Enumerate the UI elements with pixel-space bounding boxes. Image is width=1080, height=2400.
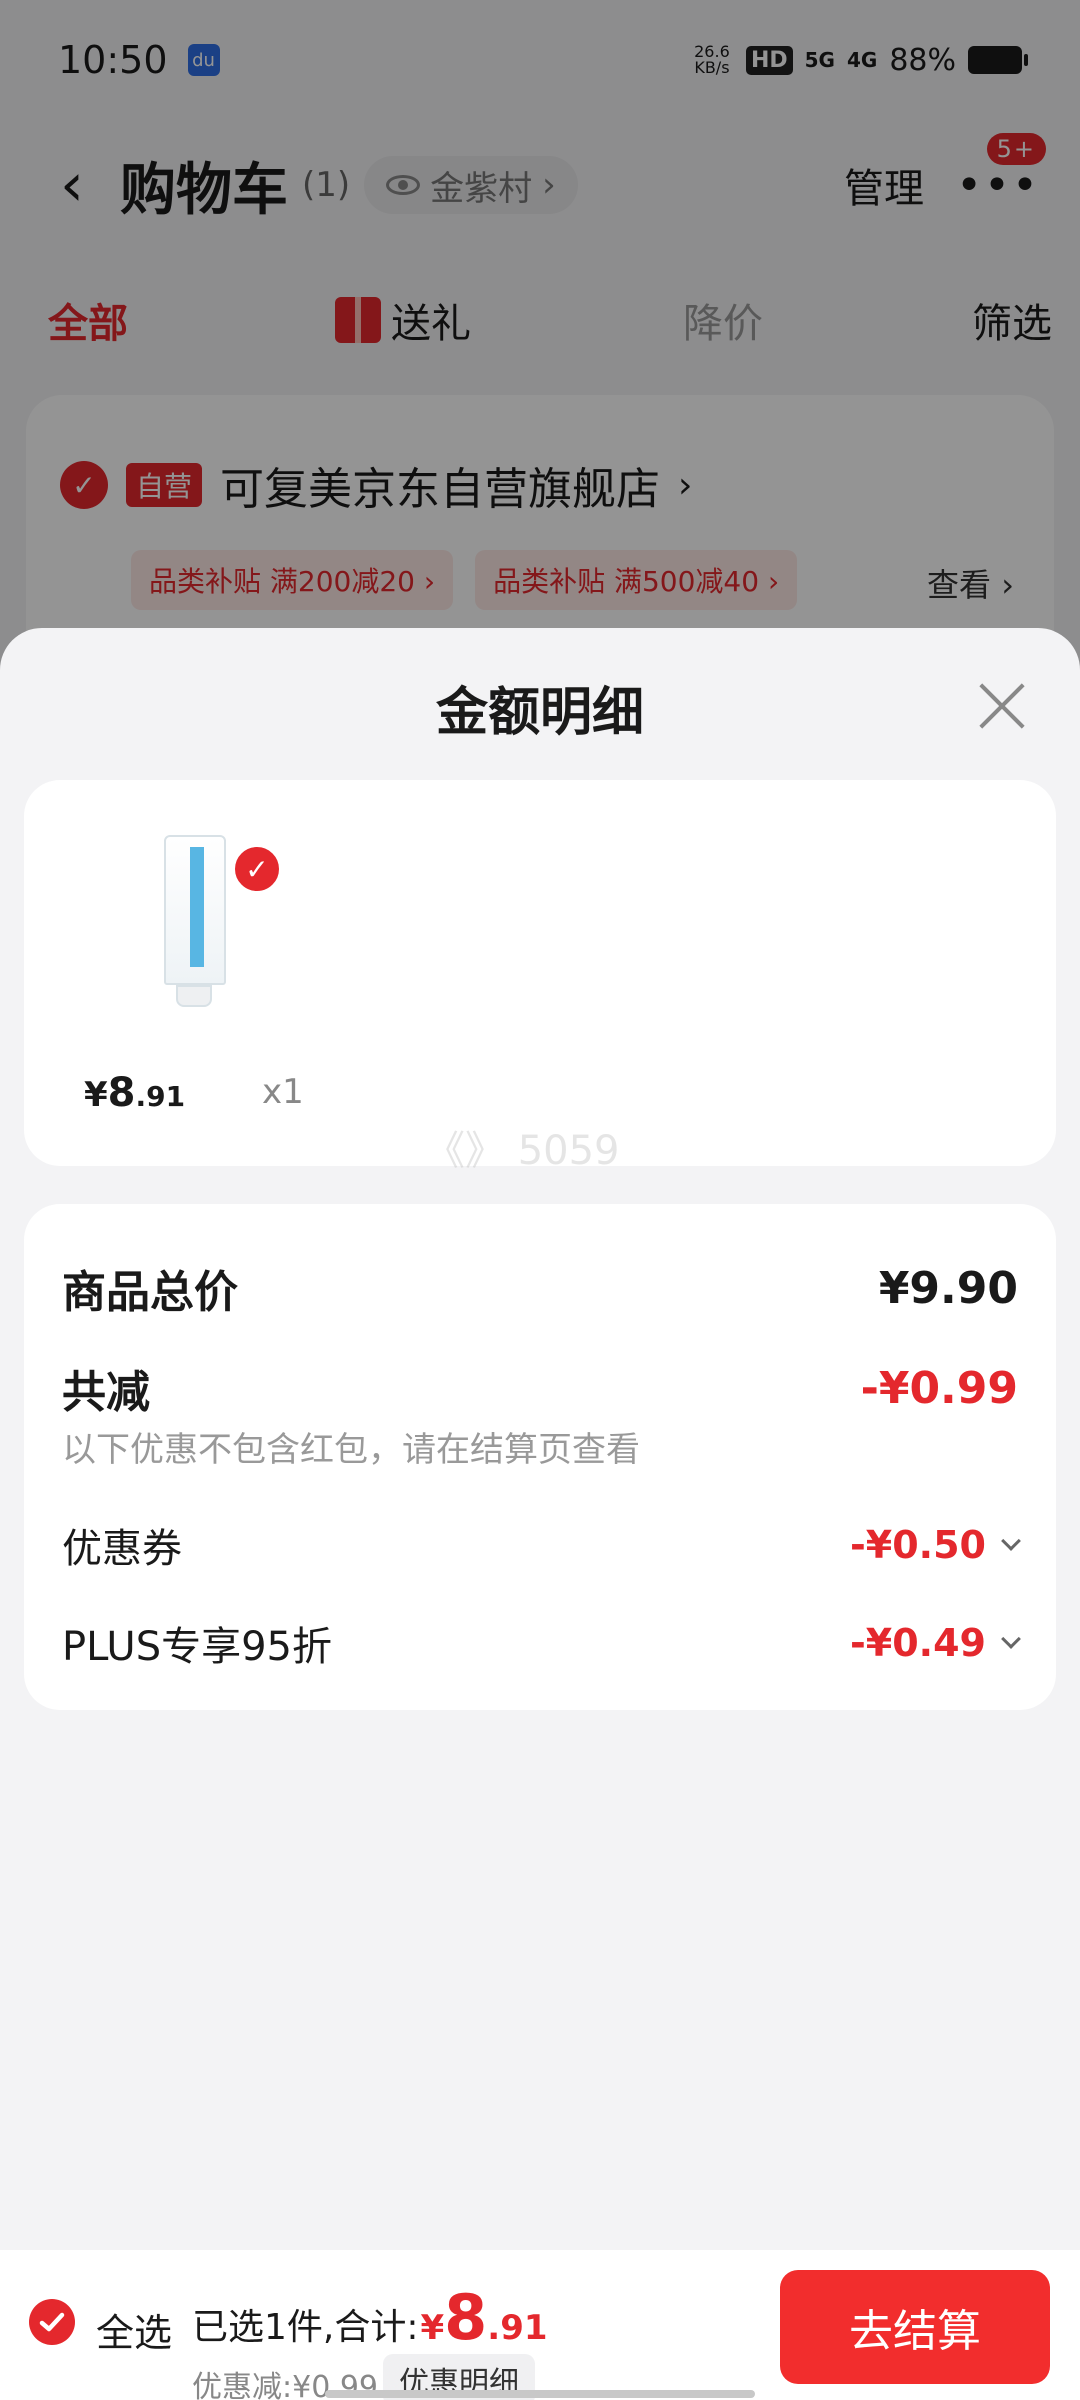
price-decimal: .91 — [135, 1080, 186, 1113]
summary-row-total: 商品总价 ¥9.90 — [62, 1256, 1018, 1320]
total-decimal: .91 — [487, 2308, 548, 2348]
chevron-down-icon[interactable] — [1001, 1531, 1021, 1551]
selected-product-card: ✓ ¥ 8 .91 x1 — [24, 780, 1056, 1166]
select-all-checkbox[interactable] — [28, 2298, 76, 2346]
sheet-title: 金额明细 — [435, 683, 644, 743]
home-indicator[interactable] — [325, 2390, 755, 2398]
summary-row-reduce: 共减 -¥0.99 — [62, 1356, 1018, 1420]
chevron-down-icon[interactable] — [1001, 1629, 1021, 1649]
summary-row-coupon[interactable]: 优惠券 -¥0.50 — [62, 1516, 1021, 1574]
coupon-value: -¥0.50 — [850, 1523, 986, 1567]
plus-discount-label: PLUS专享95折 — [62, 1624, 332, 1670]
product-quantity: x1 — [262, 1072, 304, 1112]
plus-discount-value: -¥0.49 — [850, 1621, 986, 1665]
total-reduce-label: 共减 — [62, 1367, 150, 1418]
close-icon[interactable] — [974, 676, 1030, 732]
product-selected-check-icon: ✓ — [232, 844, 282, 894]
total-price-value: ¥9.90 — [878, 1262, 1018, 1314]
price-currency: ¥ — [84, 1075, 108, 1115]
total-currency: ¥ — [420, 2308, 445, 2348]
checkout-button[interactable]: 去结算 — [780, 2270, 1050, 2384]
total-price-label: 商品总价 — [62, 1267, 238, 1318]
coupon-label: 优惠券 — [62, 1526, 182, 1572]
reduce-note: 以下优惠不包含红包，请在结算页查看 — [62, 1430, 640, 1470]
product-price: ¥ 8 .91 — [84, 1070, 185, 1116]
product-image[interactable] — [144, 835, 234, 1010]
total-integer: 8 — [444, 2281, 488, 2354]
select-all-label[interactable]: 全选 — [96, 2302, 172, 2357]
total-reduce-value: -¥0.99 — [860, 1362, 1018, 1414]
watermark: 《》 5059 — [425, 1128, 620, 1174]
product-tube-cap — [176, 985, 212, 1007]
selected-count-text: 已选1件,合计: — [192, 2307, 419, 2348]
price-integer: 8 — [107, 1070, 136, 1116]
price-summary-card: 商品总价 ¥9.90 共减 -¥0.99 以下优惠不包含红包，请在结算页查看 优… — [24, 1204, 1056, 1710]
summary-row-plus[interactable]: PLUS专享95折 -¥0.49 — [62, 1614, 1021, 1672]
product-tube-stripe — [190, 847, 204, 967]
checkout-bar: 全选 已选1件,合计: ¥ 8 .91 优惠减:¥0.99 优惠明细 去结算 — [0, 2250, 1080, 2400]
product-tube-body — [164, 835, 226, 985]
selected-total: 已选1件,合计: ¥ 8 .91 — [192, 2281, 548, 2354]
